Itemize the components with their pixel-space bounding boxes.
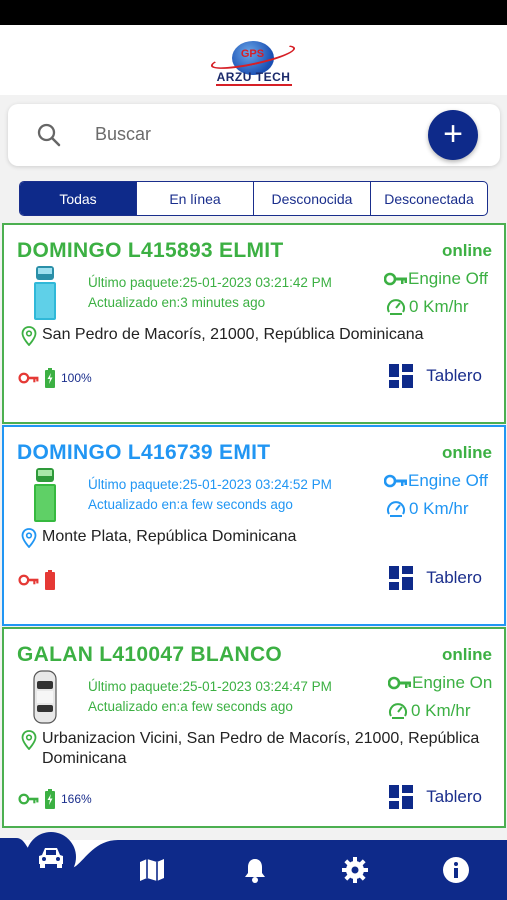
updated-text: Actualizado en:a few seconds ago (88, 699, 293, 714)
device-indicators (18, 570, 61, 590)
tab-desconectada[interactable]: Desconectada (370, 182, 487, 215)
nav-map[interactable] (137, 856, 167, 884)
dashboard-icon (389, 785, 414, 809)
engine-text: Engine Off (408, 269, 489, 288)
key-icon (18, 574, 39, 586)
vehicle-name: DOMINGO L415893 ELMIT (17, 239, 284, 262)
car-icon (33, 670, 57, 724)
plus-icon: + (443, 115, 463, 153)
last-packet-text: Último paquete:25-01-2023 03:24:47 PM (88, 679, 332, 694)
last-packet-text: Último paquete:25-01-2023 03:24:52 PM (88, 477, 332, 492)
location-pin-icon (21, 326, 37, 346)
nav-notifications[interactable] (240, 856, 270, 884)
nav-settings[interactable] (340, 856, 370, 884)
status-badge: online (441, 443, 492, 462)
truck-icon (34, 266, 56, 320)
address-text: Monte Plata, República Dominicana (42, 528, 297, 545)
dashboard-button[interactable]: Tablero (389, 364, 482, 388)
engine-status: Engine On (388, 673, 492, 693)
engine-status: Engine Off (384, 471, 488, 491)
address-text: San Pedro de Macorís, 21000, República D… (42, 326, 424, 343)
vehicle-address: San Pedro de Macorís, 21000, República D… (20, 325, 424, 346)
battery-charging-icon (45, 789, 55, 809)
speed-text: 0 Km/hr (409, 499, 469, 518)
arzu-tech-logo: GPS ARZU TECH (204, 31, 304, 89)
device-indicators: 166% (18, 789, 92, 809)
nav-info[interactable] (441, 856, 471, 884)
speed-text: 0 Km/hr (409, 297, 469, 316)
dashboard-icon (389, 566, 414, 590)
add-device-button[interactable]: + (428, 110, 478, 160)
engine-text: Engine On (412, 673, 493, 692)
key-icon (388, 676, 411, 690)
map-icon (140, 859, 164, 881)
vehicle-name: GALAN L410047 BLANCO (17, 643, 283, 666)
dashboard-label: Tablero (426, 568, 482, 587)
app-header: GPS ARZU TECH (0, 25, 507, 95)
device-indicators: 100% (18, 368, 92, 388)
key-icon (18, 372, 39, 384)
battery-percentage: 166% (61, 792, 92, 806)
status-filter-tabs: Todas En línea Desconocida Desconectada (19, 181, 488, 216)
vehicle-address: Urbanizacion Vicini, San Pedro de Macorí… (20, 729, 498, 769)
speed-readout: 0 Km/hr (388, 701, 471, 721)
key-icon (384, 474, 407, 488)
vehicle-card[interactable]: GALAN L410047 BLANCO online Último paque… (2, 627, 506, 828)
search-bar: Buscar + (8, 104, 500, 166)
status-bar (0, 0, 507, 25)
car-icon (39, 848, 63, 868)
battery-low-icon (45, 570, 55, 590)
updated-text: Actualizado en:a few seconds ago (88, 497, 293, 512)
speedometer-icon (387, 501, 405, 517)
tab-todas[interactable]: Todas (20, 182, 136, 215)
speedometer-icon (389, 703, 407, 719)
vehicle-address: Monte Plata, República Dominicana (20, 527, 296, 548)
dashboard-icon (389, 364, 414, 388)
info-icon (443, 857, 469, 883)
gear-icon (342, 857, 368, 883)
battery-percentage: 100% (61, 371, 92, 385)
battery-charging-icon (45, 368, 55, 388)
dashboard-label: Tablero (426, 366, 482, 385)
speed-readout: 0 Km/hr (386, 499, 469, 519)
search-input[interactable]: Buscar (95, 124, 151, 145)
dashboard-label: Tablero (426, 787, 482, 806)
status-badge: online (441, 645, 492, 664)
dashboard-button[interactable]: Tablero (389, 566, 482, 590)
vehicle-name: DOMINGO L416739 EMIT (17, 441, 271, 464)
truck-icon (34, 468, 56, 522)
engine-status: Engine Off (384, 269, 488, 289)
speed-readout: 0 Km/hr (386, 297, 469, 317)
bell-icon (245, 859, 265, 883)
speed-text: 0 Km/hr (411, 701, 471, 720)
vehicle-card[interactable]: DOMINGO L416739 EMIT online Último paque… (2, 425, 506, 626)
logo-name: ARZU TECH (216, 70, 291, 84)
speedometer-icon (387, 299, 405, 315)
updated-text: Actualizado en:3 minutes ago (88, 295, 266, 310)
address-text: Urbanizacion Vicini, San Pedro de Macorí… (42, 730, 480, 767)
vehicle-card[interactable]: DOMINGO L415893 ELMIT online Último paqu… (2, 223, 506, 424)
search-icon (37, 123, 61, 147)
last-packet-text: Último paquete:25-01-2023 03:21:42 PM (88, 275, 332, 290)
location-pin-icon (21, 730, 37, 750)
status-badge: online (441, 241, 492, 260)
key-icon (384, 272, 407, 286)
tab-en-linea[interactable]: En línea (136, 182, 253, 215)
location-pin-icon (21, 528, 37, 548)
key-icon (18, 793, 39, 805)
nav-vehicles[interactable] (26, 832, 76, 882)
logo-badge: GPS (240, 48, 265, 60)
engine-text: Engine Off (408, 471, 489, 490)
tab-desconocida[interactable]: Desconocida (253, 182, 370, 215)
dashboard-button[interactable]: Tablero (389, 785, 482, 809)
bottom-navigation (0, 838, 507, 900)
